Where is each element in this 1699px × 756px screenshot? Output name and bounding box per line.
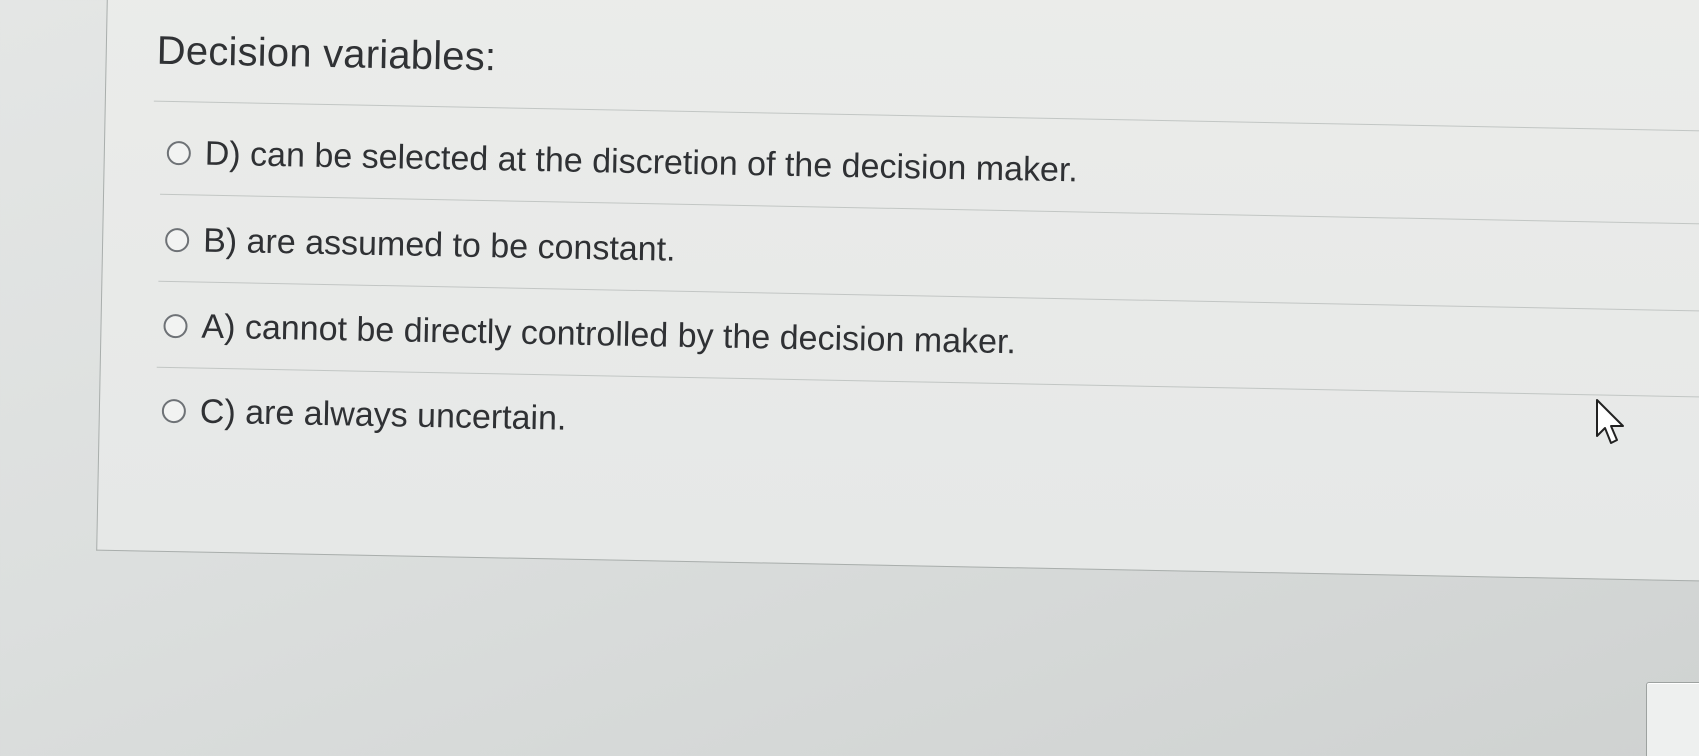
choice-a[interactable]: A) cannot be directly controlled by the …: [163, 302, 1699, 381]
choice-b[interactable]: B) are assumed to be constant.: [164, 216, 1699, 295]
radio-unselected-icon[interactable]: [163, 313, 188, 339]
mouse-pointer-icon: [1596, 399, 1624, 444]
radio-unselected-icon[interactable]: [164, 227, 190, 253]
radio-unselected-icon[interactable]: [166, 140, 192, 166]
choice-label[interactable]: A) cannot be directly controlled by the …: [201, 307, 1016, 362]
question-title: Decision variables:: [156, 28, 497, 80]
choice-d[interactable]: D) can be selected at the discretion of …: [166, 129, 1699, 208]
choice-label[interactable]: C) are always uncertain.: [200, 392, 567, 438]
choice-c[interactable]: C) are always uncertain.: [161, 387, 1699, 466]
choice-label[interactable]: D) can be selected at the discretion of …: [204, 134, 1078, 190]
title-divider: [153, 100, 1699, 133]
choice-label[interactable]: B) are assumed to be constant.: [203, 221, 676, 269]
next-button[interactable]: [1646, 682, 1699, 756]
question-card: Decision variables: D) can be selected a…: [96, 0, 1699, 583]
radio-unselected-icon[interactable]: [161, 398, 187, 424]
quiz-screen: Decision variables: D) can be selected a…: [0, 0, 1699, 756]
